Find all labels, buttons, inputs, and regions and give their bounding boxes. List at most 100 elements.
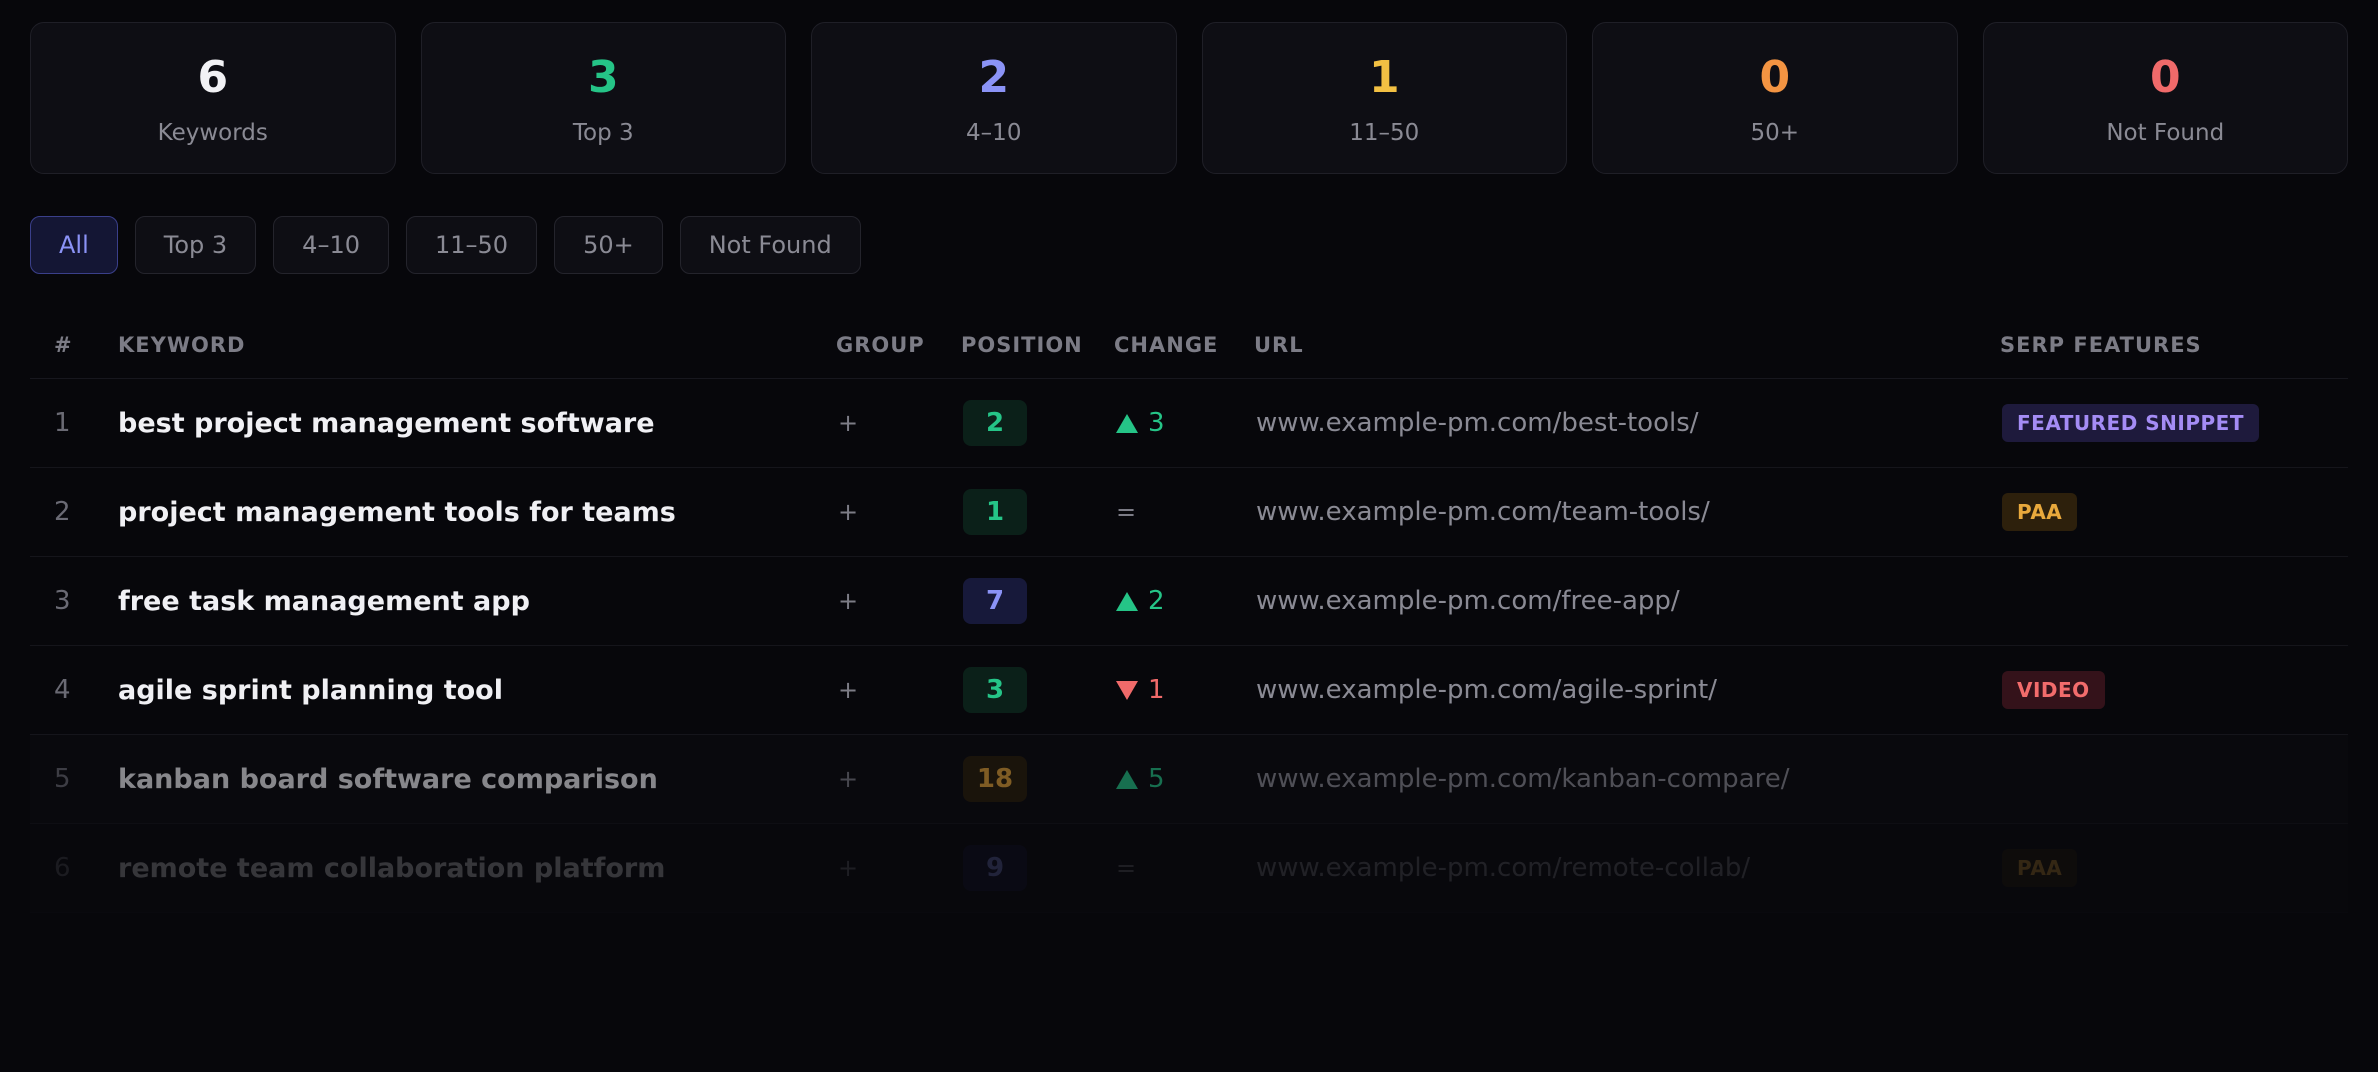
row-number: 1 <box>54 408 71 438</box>
position-badge: 7 <box>963 578 1027 624</box>
header-group[interactable]: GROUP <box>836 333 961 357</box>
add-group-button[interactable]: + <box>836 587 963 615</box>
stat-value: 2 <box>978 52 1010 103</box>
url-link[interactable]: www.example-pm.com/kanban-compare/ <box>1256 764 2002 794</box>
table-row[interactable]: 6 remote team collaboration platform + 9… <box>30 824 2348 913</box>
position-badge: 9 <box>963 845 1027 891</box>
position-badge: 3 <box>963 667 1027 713</box>
serp-features-cell: VIDEO <box>2002 671 2348 709</box>
change-cell: 3 <box>1116 408 1256 438</box>
change-indicator: 3 <box>1116 408 1165 438</box>
filter-not-found[interactable]: Not Found <box>679 216 861 274</box>
arrow-down-icon <box>1116 680 1138 700</box>
serp-features-cell: PAA <box>2002 493 2348 531</box>
position-badge: 18 <box>963 756 1027 802</box>
table-header: # KEYWORD GROUP POSITION CHANGE URL SERP… <box>30 312 2348 379</box>
stat-card-50-plus: 0 50+ <box>1592 22 1958 174</box>
row-number: 4 <box>54 675 71 705</box>
filter-all[interactable]: All <box>30 216 118 274</box>
url-link[interactable]: www.example-pm.com/team-tools/ <box>1256 497 2002 527</box>
url-link[interactable]: www.example-pm.com/remote-collab/ <box>1256 853 2002 883</box>
table-row[interactable]: 4 agile sprint planning tool + 3 1 www.e… <box>30 646 2348 735</box>
stat-value: 6 <box>197 52 229 103</box>
header-serp-features[interactable]: SERP FEATURES <box>2000 333 2348 357</box>
change-indicator: 5 <box>1116 764 1165 794</box>
stat-card-top3: 3 Top 3 <box>420 22 786 174</box>
position-cell: 1 <box>963 489 1116 535</box>
add-group-button[interactable]: + <box>836 409 963 437</box>
stat-card-not-found: 0 Not Found <box>1982 22 2348 174</box>
table-row[interactable]: 3 free task management app + 7 2 www.exa… <box>30 557 2348 646</box>
stat-label: 11–50 <box>1349 120 1420 146</box>
change-cell: 2 <box>1116 586 1256 616</box>
add-group-button[interactable]: + <box>836 676 963 704</box>
stat-label: Keywords <box>157 120 268 146</box>
row-number: 2 <box>54 497 71 527</box>
stat-value: 0 <box>1759 52 1791 103</box>
add-group-button[interactable]: + <box>836 765 963 793</box>
stat-value: 1 <box>1368 52 1400 103</box>
stat-card-11-50: 1 11–50 <box>1201 22 1567 174</box>
row-number: 5 <box>54 764 71 794</box>
url-link[interactable]: www.example-pm.com/best-tools/ <box>1256 408 2002 438</box>
serp-feature-badge: PAA <box>2002 849 2078 887</box>
serp-feature-badge: FEATURED SNIPPET <box>2002 404 2259 442</box>
stats-row: 6 Keywords 3 Top 3 2 4–10 1 11–50 0 50+ … <box>30 22 2348 174</box>
filter-bar: All Top 3 4–10 11–50 50+ Not Found <box>30 216 2348 274</box>
filter-11-50[interactable]: 11–50 <box>405 216 538 274</box>
header-keyword[interactable]: KEYWORD <box>118 333 836 357</box>
position-cell: 7 <box>963 578 1116 624</box>
change-cell: = <box>1116 854 1256 882</box>
filter-top3[interactable]: Top 3 <box>134 216 257 274</box>
change-indicator: 2 <box>1116 586 1165 616</box>
serp-feature-badge: VIDEO <box>2002 671 2105 709</box>
change-value: = <box>1116 498 1137 526</box>
position-cell: 3 <box>963 667 1116 713</box>
change-cell: 1 <box>1116 675 1256 705</box>
row-number: 3 <box>54 586 71 616</box>
header-url[interactable]: URL <box>1254 333 2000 357</box>
header-position[interactable]: POSITION <box>961 333 1114 357</box>
header-change[interactable]: CHANGE <box>1114 333 1254 357</box>
add-group-button[interactable]: + <box>836 854 963 882</box>
filter-4-10[interactable]: 4–10 <box>273 216 389 274</box>
serp-features-cell: FEATURED SNIPPET <box>2002 404 2348 442</box>
serp-feature-badge: PAA <box>2002 493 2078 531</box>
stat-card-keywords: 6 Keywords <box>30 22 396 174</box>
table-row[interactable]: 1 best project management software + 2 3… <box>30 379 2348 468</box>
position-cell: 9 <box>963 845 1116 891</box>
table-row[interactable]: 5 kanban board software comparison + 18 … <box>30 735 2348 824</box>
stat-value: 0 <box>2149 52 2181 103</box>
change-value: 3 <box>1148 408 1165 438</box>
add-group-button[interactable]: + <box>836 498 963 526</box>
keyword-text: best project management software <box>118 407 655 439</box>
table-body: 1 best project management software + 2 3… <box>30 379 2348 913</box>
change-value: = <box>1116 854 1137 882</box>
keyword-text: agile sprint planning tool <box>118 674 503 706</box>
header-num[interactable]: # <box>30 333 118 357</box>
position-cell: 18 <box>963 756 1116 802</box>
filter-50-plus[interactable]: 50+ <box>554 216 663 274</box>
position-badge: 2 <box>963 400 1027 446</box>
change-cell: = <box>1116 498 1256 526</box>
stat-label: 50+ <box>1750 120 1800 146</box>
position-cell: 2 <box>963 400 1116 446</box>
arrow-up-icon <box>1116 591 1138 611</box>
change-value: 1 <box>1148 675 1165 705</box>
rank-tracker: 6 Keywords 3 Top 3 2 4–10 1 11–50 0 50+ … <box>30 22 2348 913</box>
url-link[interactable]: www.example-pm.com/agile-sprint/ <box>1256 675 2002 705</box>
keyword-text: kanban board software comparison <box>118 763 658 795</box>
keyword-text: free task management app <box>118 585 530 617</box>
change-cell: 5 <box>1116 764 1256 794</box>
stat-label: 4–10 <box>966 120 1022 146</box>
stat-card-4-10: 2 4–10 <box>811 22 1177 174</box>
change-value: 2 <box>1148 586 1165 616</box>
keyword-table: # KEYWORD GROUP POSITION CHANGE URL SERP… <box>30 312 2348 913</box>
url-link[interactable]: www.example-pm.com/free-app/ <box>1256 586 2002 616</box>
stat-label: Top 3 <box>572 120 634 146</box>
serp-features-cell: PAA <box>2002 849 2348 887</box>
table-row[interactable]: 2 project management tools for teams + 1… <box>30 468 2348 557</box>
keyword-text: remote team collaboration platform <box>118 852 666 884</box>
change-indicator: 1 <box>1116 675 1165 705</box>
position-badge: 1 <box>963 489 1027 535</box>
